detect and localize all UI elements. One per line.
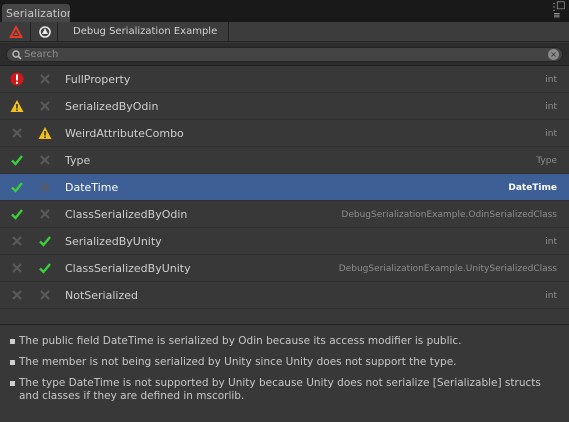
member-row[interactable]: ClassSerializedByUnity DebugSerialization… — [0, 255, 569, 282]
check-icon — [38, 261, 52, 275]
member-row[interactable]: Type Type — [0, 147, 569, 174]
window-tab-bar: Serialization De ⋮ □ ≡ — [0, 0, 569, 22]
member-type: int — [545, 129, 557, 139]
cross-icon — [38, 72, 52, 86]
search-field[interactable]: × — [6, 47, 563, 62]
member-row[interactable]: DateTime DateTime — [0, 174, 569, 201]
info-note: The member is not being serialized by Un… — [10, 356, 550, 369]
search-bar: × — [0, 43, 569, 66]
member-list: FullProperty int SerializedByOdin int WeirdA… — [0, 66, 569, 309]
odin-icon — [9, 25, 23, 38]
search-cancel-icon[interactable]: × — [548, 49, 559, 60]
info-panel: The public field DateTime is serialized … — [0, 324, 569, 422]
member-type: DateTime — [508, 183, 557, 193]
member-type: int — [545, 291, 557, 301]
check-icon — [38, 234, 52, 248]
unity-icon — [39, 26, 51, 38]
toolbar-title-label: Debug Serialization Example — [73, 26, 218, 37]
member-name: DateTime — [65, 181, 119, 194]
member-type: Type — [536, 156, 557, 166]
member-type: DebugSerializationExample.OdinSerialized… — [341, 210, 557, 220]
member-row[interactable]: FullProperty int — [0, 66, 569, 93]
check-icon — [10, 207, 24, 221]
window-tab[interactable]: Serialization De — [2, 4, 70, 22]
member-row[interactable]: ClassSerializedByOdin DebugSerializationE… — [0, 201, 569, 228]
cross-icon — [10, 234, 24, 248]
info-note-text: The member is not being serialized by Un… — [19, 356, 457, 368]
info-note: The type DateTime is not supported by Un… — [10, 377, 550, 403]
toolbar-title[interactable]: Debug Serialization Example — [58, 22, 229, 41]
info-note: The public field DateTime is serialized … — [10, 335, 550, 348]
member-type: int — [545, 237, 557, 247]
member-row[interactable]: WeirdAttributeCombo int — [0, 120, 569, 147]
warning-icon — [10, 99, 24, 113]
member-row[interactable]: NotSerialized int — [0, 282, 569, 309]
error-icon — [10, 72, 24, 86]
info-note-text: The public field DateTime is serialized … — [19, 335, 462, 347]
member-name: SerializedByUnity — [65, 235, 162, 248]
member-name: ClassSerializedByOdin — [65, 208, 188, 221]
search-icon — [12, 50, 22, 60]
unity-button[interactable] — [31, 22, 58, 41]
cross-icon — [10, 126, 24, 140]
member-name: Type — [65, 154, 91, 167]
member-name: WeirdAttributeCombo — [65, 127, 184, 140]
member-type: int — [545, 75, 557, 85]
warning-icon — [38, 126, 52, 140]
odin-button[interactable] — [0, 22, 31, 41]
bullet-icon — [10, 381, 15, 386]
cross-icon — [38, 99, 52, 113]
member-type: DebugSerializationExample.UnitySerialize… — [338, 264, 557, 274]
cross-icon — [38, 207, 52, 221]
cross-icon — [10, 261, 24, 275]
member-type: int — [545, 102, 557, 112]
member-row[interactable]: SerializedByOdin int — [0, 93, 569, 120]
cross-icon — [38, 180, 52, 194]
bullet-icon — [10, 339, 15, 344]
check-icon — [10, 153, 24, 167]
window-tab-title: Serialization De — [6, 7, 70, 20]
check-icon — [10, 180, 24, 194]
member-name: ClassSerializedByUnity — [65, 262, 191, 275]
member-row[interactable]: SerializedByUnity int — [0, 228, 569, 255]
toolbar: Debug Serialization Example — [0, 22, 569, 42]
info-note-text: The type DateTime is not supported by Un… — [19, 377, 541, 402]
bullet-icon — [10, 360, 15, 365]
options-menu-icon[interactable]: ≡ — [553, 11, 561, 21]
cross-icon — [38, 153, 52, 167]
member-name: NotSerialized — [65, 289, 138, 302]
member-name: SerializedByOdin — [65, 100, 159, 113]
maximize-icon[interactable]: □ — [556, 1, 565, 11]
cross-icon — [38, 288, 52, 302]
search-input[interactable] — [24, 48, 544, 61]
member-name: FullProperty — [65, 73, 131, 86]
cross-icon — [10, 288, 24, 302]
